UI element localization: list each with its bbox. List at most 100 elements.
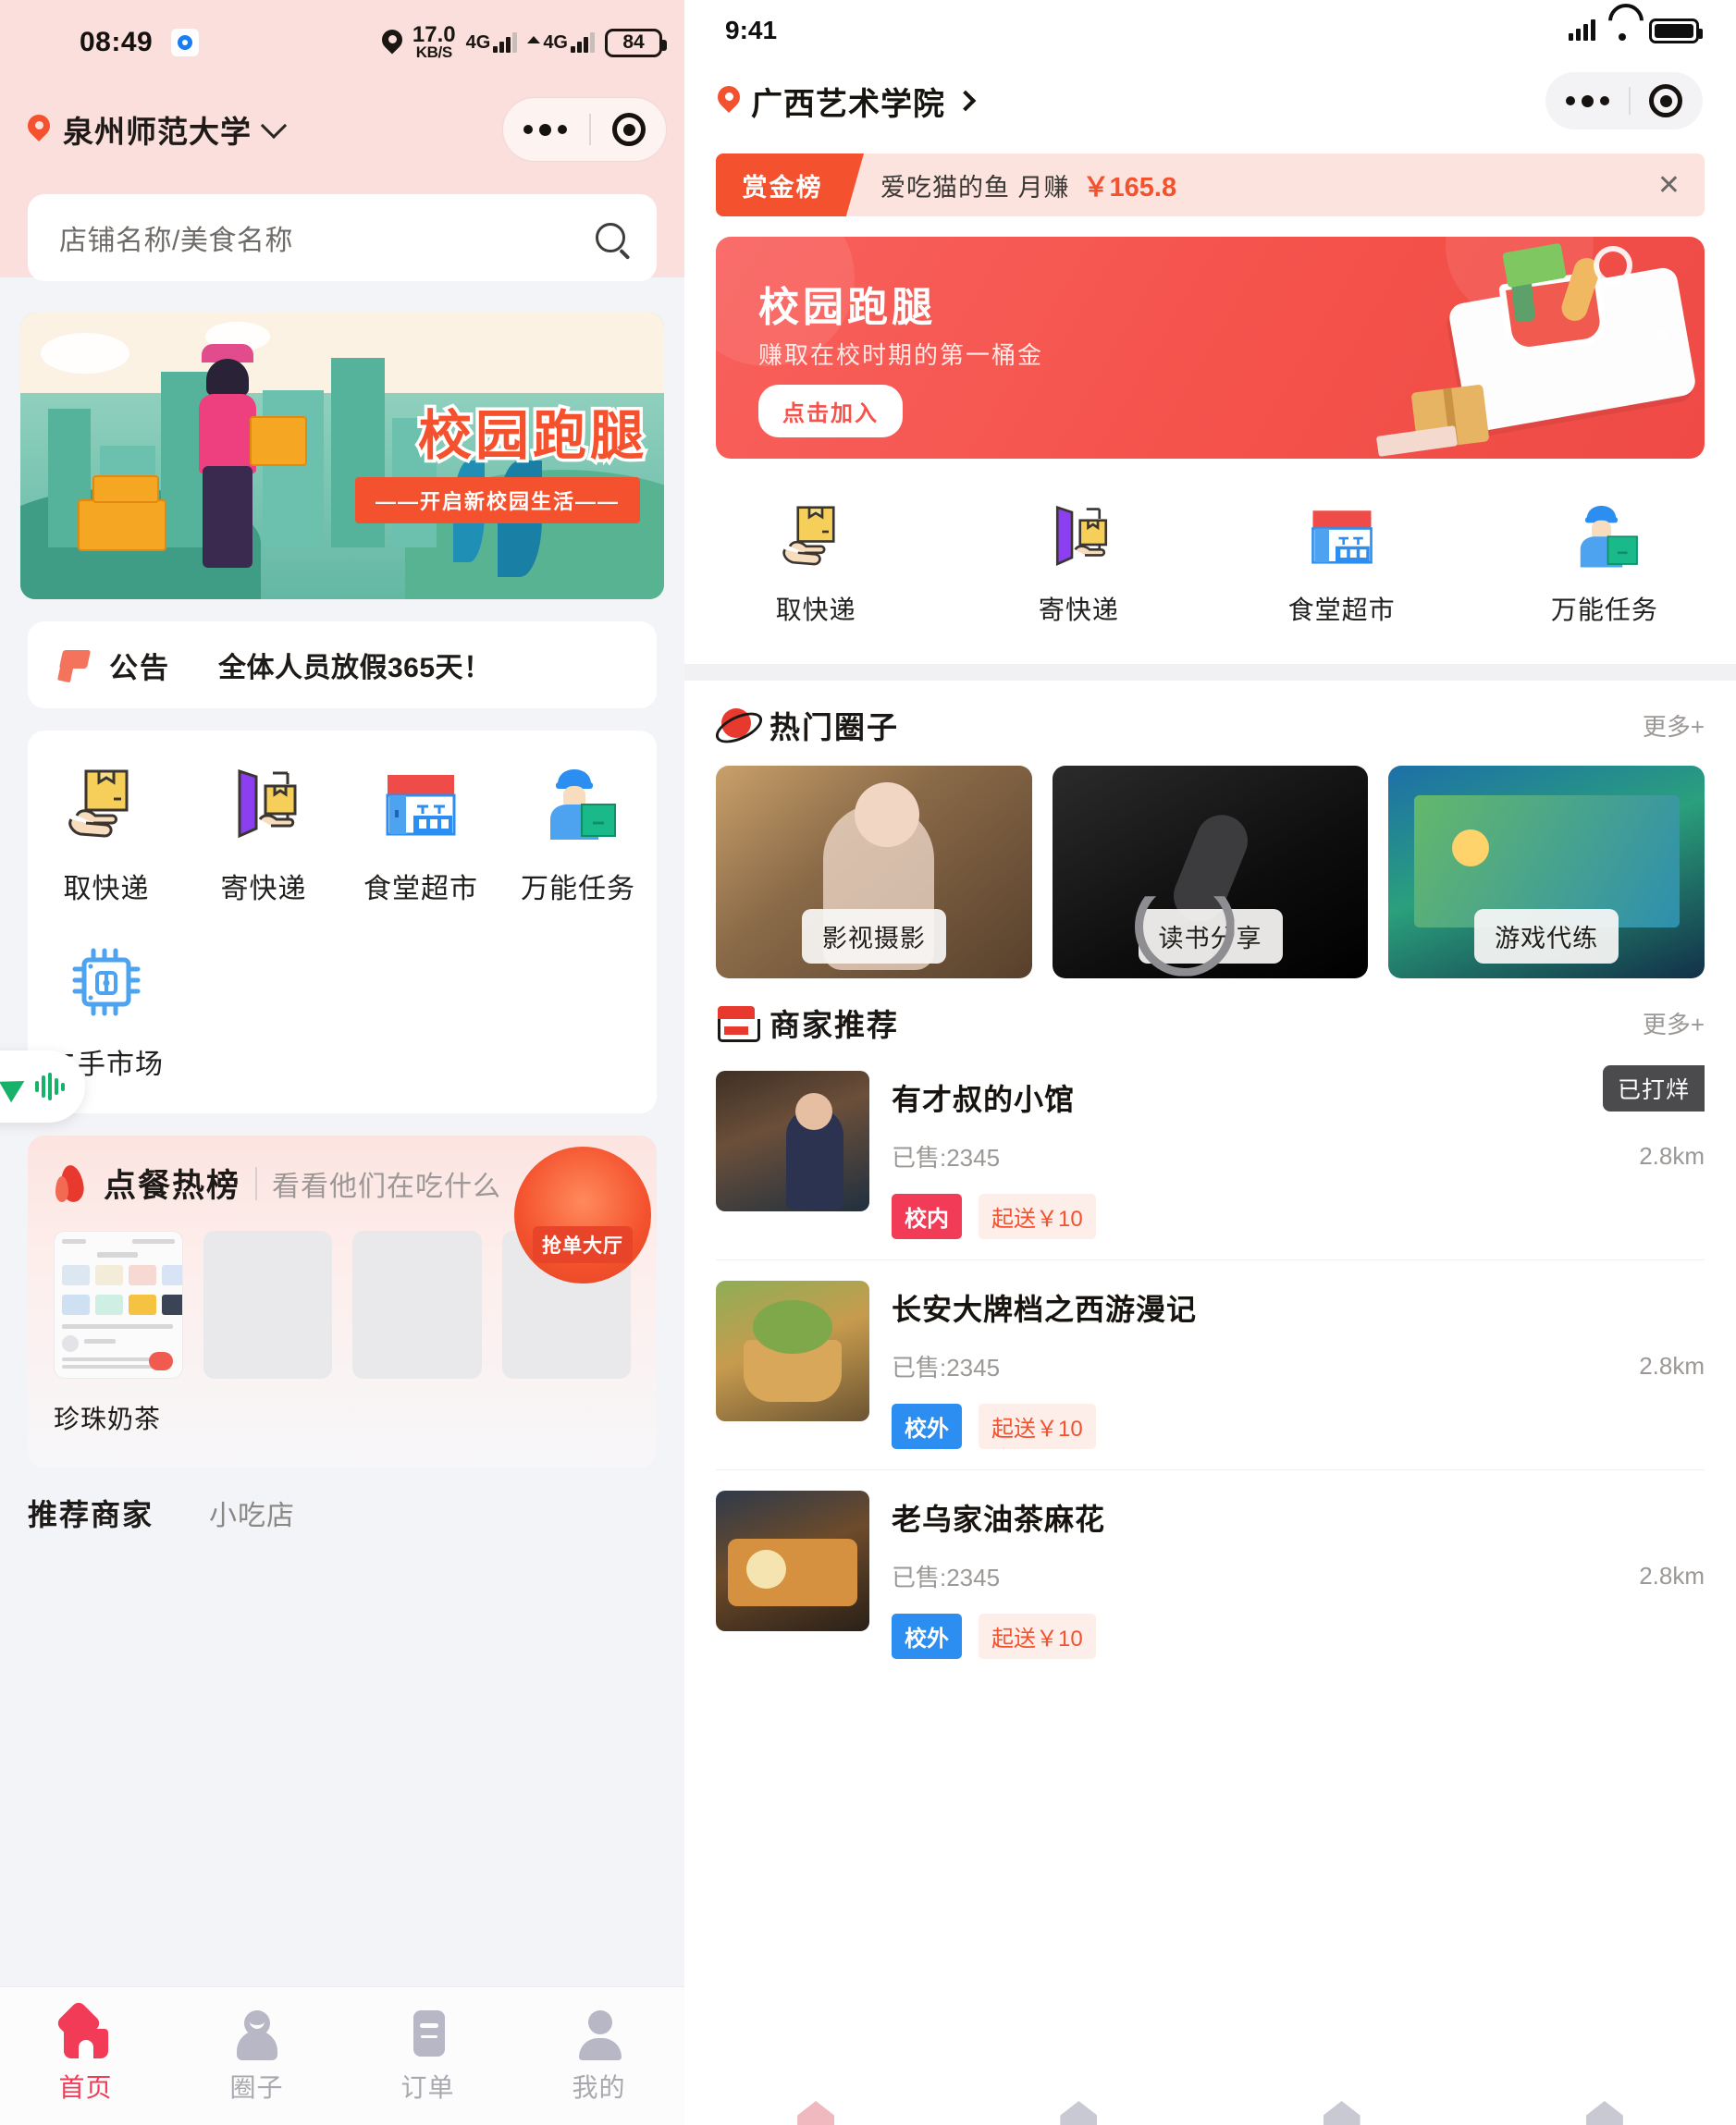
circle-card[interactable]: 游戏代练 [1388, 766, 1705, 978]
tab-label: 我的 [572, 2072, 626, 2102]
service-grid: 取快递 寄快递 [684, 483, 1736, 664]
circle-card[interactable]: 影视摄影 [716, 766, 1032, 978]
people-circle-icon [231, 2008, 283, 2060]
more-link[interactable]: 更多+ [1643, 1006, 1705, 1040]
announcement-bar[interactable]: 公告 全体人员放假365天！ [28, 621, 657, 708]
tab-circles-peek[interactable] [947, 2101, 1210, 2125]
bounty-banner[interactable]: 赏金榜 爱吃猫的鱼 月赚 ￥165.8 ✕ [716, 154, 1705, 216]
merchant-name: 有才叔的小馆 [892, 1083, 1076, 1116]
service-item-send[interactable]: 寄快递 [947, 499, 1210, 627]
left-status-bar: 08:49 17.0 KB/S 4G 4G 84 [0, 0, 684, 85]
chip-icon [62, 938, 151, 1026]
storefront-small-icon [716, 1004, 760, 1042]
recommend-title: 推荐商家 [28, 1498, 154, 1531]
search-input[interactable]: 店铺名称/美食名称 [28, 194, 657, 281]
merchant-info: 已打烊 有才叔的小馆 已售:2345 2.8km 校内 起送￥10 [892, 1065, 1705, 1239]
navigate-arrow-icon[interactable] [0, 1070, 31, 1103]
storefront-icon [376, 762, 465, 851]
tab-home-peek[interactable] [684, 2101, 947, 2125]
promo-banner[interactable]: 校园跑腿 赚取在校时期的第一桶金 点击加入 [716, 237, 1705, 459]
service-item-empty [499, 938, 657, 1082]
home-icon [60, 2008, 112, 2060]
recommend-category[interactable]: 小吃店 [209, 1492, 295, 1533]
status-badge: 已打烊 [1602, 1065, 1705, 1112]
service-item-anytask[interactable]: 万能任务 [499, 762, 657, 906]
hot-food-item[interactable] [352, 1231, 482, 1436]
service-item-empty [342, 938, 499, 1082]
target-circle-icon[interactable] [612, 113, 646, 146]
parcel-shape [250, 416, 307, 466]
search-icon[interactable] [596, 223, 625, 252]
more-link[interactable]: 更多+ [1643, 708, 1705, 743]
storefront-icon [1303, 499, 1381, 577]
merchant-distance: 2.8km [1639, 1142, 1705, 1170]
banner-join-button[interactable]: 点击加入 [758, 385, 903, 437]
location-pin-icon [382, 30, 402, 56]
right-status-bar: 9:41 [684, 0, 1736, 61]
service-item-canteen[interactable]: 食堂超市 [1211, 499, 1473, 627]
service-item-send[interactable]: 寄快递 [185, 762, 342, 906]
merchants-section-header: 商家推荐 更多+ [684, 978, 1736, 1045]
banner-subtitle: 赚取在校时期的第一桶金 [758, 341, 1044, 369]
grab-order-hall-badge[interactable]: 抢单大厅 [514, 1147, 651, 1284]
location-name[interactable]: 广西艺术学院 [751, 79, 945, 124]
uplink-arrow-icon [527, 36, 541, 43]
tab-label: 圈子 [229, 2072, 284, 2102]
merchant-distance: 2.8km [1639, 1352, 1705, 1380]
miniprogram-capsule[interactable] [503, 98, 666, 161]
capsule-divider [1628, 87, 1631, 115]
target-circle-icon[interactable] [1649, 84, 1682, 117]
circle-card[interactable]: 读书分享 [1052, 766, 1369, 978]
megaphone-icon [55, 648, 98, 682]
hot-food-section: 点餐热榜 看看他们在吃什么 抢单大厅 珍珠奶茶 [28, 1136, 657, 1468]
hot-food-item[interactable]: 珍珠奶茶 [54, 1231, 183, 1436]
status-time: 9:41 [725, 16, 778, 44]
tab-profile-peek[interactable] [1473, 2101, 1736, 2125]
service-item-canteen[interactable]: 食堂超市 [342, 762, 499, 906]
door-package-icon [1040, 499, 1117, 577]
service-item-anytask[interactable]: 万能任务 [1473, 499, 1736, 627]
merchant-row[interactable]: 老乌家油茶麻花 已售:2345 2.8km 校外 起送￥10 [716, 1470, 1705, 1679]
floating-voice-assistant[interactable] [0, 1050, 85, 1123]
service-item-pickup[interactable]: 取快递 [684, 499, 947, 627]
tab-orders-peek[interactable] [1211, 2101, 1473, 2125]
merchant-row[interactable]: 已打烊 有才叔的小馆 已售:2345 2.8km 校内 起送￥10 [716, 1050, 1705, 1260]
location-pin-icon [718, 86, 740, 116]
miniprogram-capsule[interactable] [1545, 72, 1703, 129]
hot-food-thumbnail [203, 1231, 332, 1379]
dual-phone-screenshot: 08:49 17.0 KB/S 4G 4G 84 泉州师范大学 店铺名称/美食名… [0, 0, 1736, 2125]
cloud-shape [41, 333, 129, 374]
service-item-pickup[interactable]: 取快递 [28, 762, 185, 906]
building-shape [263, 390, 324, 547]
sound-wave-icon[interactable] [35, 1073, 65, 1100]
service-grid-row: 取快递 寄快递 食堂超市 万能任务 [28, 762, 657, 906]
hot-circles-list: 影视摄影 读书分享 游戏代练 [684, 766, 1736, 978]
cellular-bars-icon [1569, 19, 1595, 41]
hot-food-item[interactable] [203, 1231, 332, 1436]
bounty-text: 爱吃猫的鱼 月赚 [880, 173, 1070, 202]
wifi-icon [1608, 20, 1636, 41]
sim2-indicator: 4G [527, 32, 595, 53]
more-dots-icon[interactable] [1566, 94, 1609, 107]
merchant-fee-tag: 起送￥10 [979, 1194, 1096, 1239]
tab-profile[interactable]: 我的 [513, 1987, 684, 2125]
more-dots-icon[interactable] [523, 123, 567, 136]
battery-full-icon [1649, 18, 1703, 43]
sim1-indicator: 4G [466, 32, 518, 53]
chevron-down-icon[interactable] [260, 112, 288, 140]
service-item-label: 取快递 [775, 596, 856, 624]
tab-circles[interactable]: 圈子 [171, 1987, 342, 2125]
promo-banner[interactable]: 校园跑腿 ——开启新校园生活—— [20, 313, 664, 599]
tab-orders[interactable]: 订单 [342, 1987, 513, 2125]
service-grid: 取快递 寄快递 [28, 731, 657, 1113]
close-icon[interactable]: ✕ [1657, 169, 1681, 202]
chevron-right-icon[interactable] [954, 90, 977, 112]
tab-home[interactable]: 首页 [0, 1987, 171, 2125]
announcement-text: 全体人员放假365天！ [218, 653, 492, 683]
merchant-row[interactable]: 长安大牌档之西游漫记 已售:2345 2.8km 校外 起送￥10 [716, 1260, 1705, 1470]
merchant-list: 已打烊 有才叔的小馆 已售:2345 2.8km 校内 起送￥10 长安大牌档之… [684, 1045, 1736, 1679]
merchant-info: 长安大牌档之西游漫记 已售:2345 2.8km 校外 起送￥10 [892, 1281, 1705, 1449]
section-title: 商家推荐 [770, 1008, 899, 1042]
location-name[interactable]: 泉州师范大学 [63, 107, 252, 152]
courier-legs [203, 466, 252, 568]
